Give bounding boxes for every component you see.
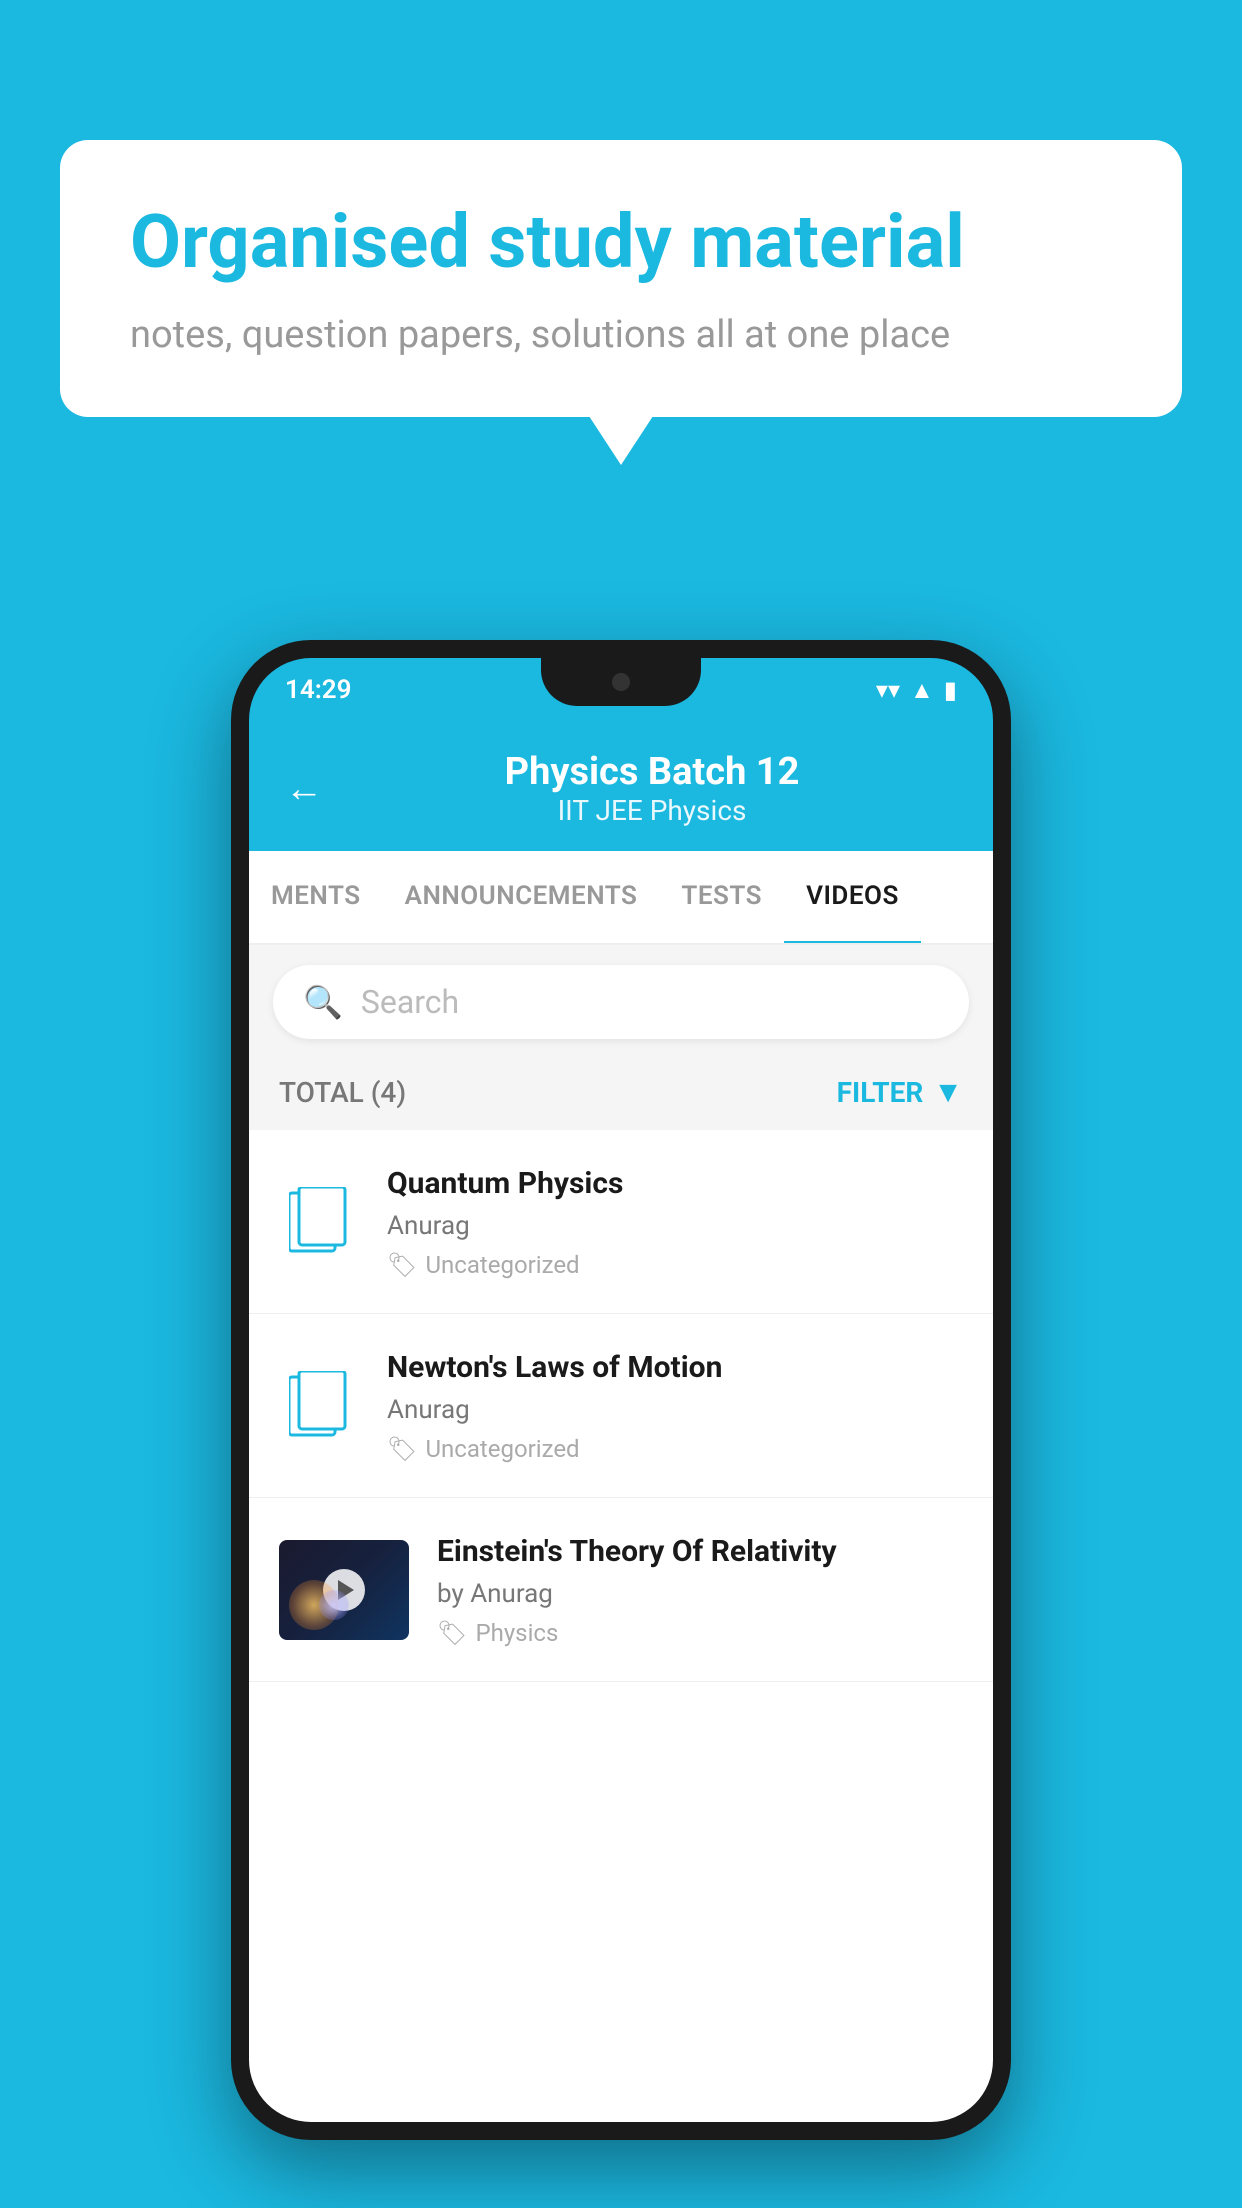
tag-label: Uncategorized xyxy=(425,1435,579,1463)
filter-label: FILTER xyxy=(837,1076,924,1109)
video-thumbnail xyxy=(279,1540,409,1640)
video-author: Anurag xyxy=(387,1211,963,1241)
tag-label: Physics xyxy=(475,1619,558,1647)
list-item[interactable]: Einstein's Theory Of Relativity by Anura… xyxy=(249,1498,993,1682)
tag-icon: 🏷 xyxy=(437,1619,467,1647)
video-tag: 🏷 Uncategorized xyxy=(387,1435,963,1463)
tab-ments[interactable]: MENTS xyxy=(249,851,383,945)
speech-bubble-wrapper: Organised study material notes, question… xyxy=(60,140,1182,417)
file-icon-wrapper xyxy=(279,1366,359,1446)
video-info: Newton's Laws of Motion Anurag 🏷 Uncateg… xyxy=(387,1348,963,1463)
tab-tests[interactable]: TESTS xyxy=(659,851,784,945)
speech-bubble: Organised study material notes, question… xyxy=(60,140,1182,417)
app-header: ← Physics Batch 12 IIT JEE Physics xyxy=(249,722,993,851)
tag-icon: 🏷 xyxy=(387,1251,417,1279)
file-icon-wrapper xyxy=(279,1182,359,1262)
file-pages-icon xyxy=(289,1187,349,1257)
header-subtitle: IIT JEE Physics xyxy=(347,794,957,827)
camera-dot xyxy=(612,673,630,691)
video-tag: 🏷 Physics xyxy=(437,1619,963,1647)
filter-button[interactable]: FILTER ▼ xyxy=(837,1075,963,1110)
file-pages-icon xyxy=(289,1371,349,1441)
total-label: TOTAL (4) xyxy=(279,1076,406,1109)
phone-container: 14:29 ▾▾ ▲ ▮ ← Physics Batch 12 IIT JEE … xyxy=(231,640,1011,2140)
orb-decoration xyxy=(319,1590,349,1620)
status-bar: 14:29 ▾▾ ▲ ▮ xyxy=(249,658,993,722)
header-title-group: Physics Batch 12 IIT JEE Physics xyxy=(347,750,957,827)
video-list: Quantum Physics Anurag 🏷 Uncategorized xyxy=(249,1130,993,1682)
video-title: Quantum Physics xyxy=(387,1164,963,1203)
search-placeholder: Search xyxy=(361,983,459,1021)
video-title: Einstein's Theory Of Relativity xyxy=(437,1532,963,1571)
tab-announcements[interactable]: ANNOUNCEMENTS xyxy=(383,851,660,945)
status-icons: ▾▾ ▲ ▮ xyxy=(876,676,957,705)
list-item[interactable]: Newton's Laws of Motion Anurag 🏷 Uncateg… xyxy=(249,1314,993,1498)
header-main-title: Physics Batch 12 xyxy=(347,750,957,794)
back-button[interactable]: ← xyxy=(285,767,323,811)
tabs-bar: MENTS ANNOUNCEMENTS TESTS VIDEOS xyxy=(249,851,993,945)
filter-row: TOTAL (4) FILTER ▼ xyxy=(249,1059,993,1130)
video-info: Quantum Physics Anurag 🏷 Uncategorized xyxy=(387,1164,963,1279)
filter-icon: ▼ xyxy=(933,1075,963,1110)
search-icon: 🔍 xyxy=(303,983,343,1021)
status-time: 14:29 xyxy=(285,675,352,705)
tag-label: Uncategorized xyxy=(425,1251,579,1279)
notch xyxy=(541,658,701,706)
phone-outer: 14:29 ▾▾ ▲ ▮ ← Physics Batch 12 IIT JEE … xyxy=(231,640,1011,2140)
video-info: Einstein's Theory Of Relativity by Anura… xyxy=(437,1532,963,1647)
list-item[interactable]: Quantum Physics Anurag 🏷 Uncategorized xyxy=(249,1130,993,1314)
bubble-title: Organised study material xyxy=(130,200,1112,285)
video-author: Anurag xyxy=(387,1395,963,1425)
bubble-subtitle: notes, question papers, solutions all at… xyxy=(130,313,1112,357)
thumbnail-background xyxy=(279,1540,409,1640)
signal-icon: ▲ xyxy=(910,676,934,705)
battery-icon: ▮ xyxy=(944,676,957,704)
phone-screen: ← Physics Batch 12 IIT JEE Physics MENTS… xyxy=(249,722,993,2122)
video-tag: 🏷 Uncategorized xyxy=(387,1251,963,1279)
wifi-icon: ▾▾ xyxy=(876,676,900,704)
search-bar[interactable]: 🔍 Search xyxy=(273,965,969,1039)
tab-videos[interactable]: VIDEOS xyxy=(784,851,921,945)
search-bar-container: 🔍 Search xyxy=(249,945,993,1059)
video-author: by Anurag xyxy=(437,1579,963,1609)
tag-icon: 🏷 xyxy=(387,1435,417,1463)
video-title: Newton's Laws of Motion xyxy=(387,1348,963,1387)
